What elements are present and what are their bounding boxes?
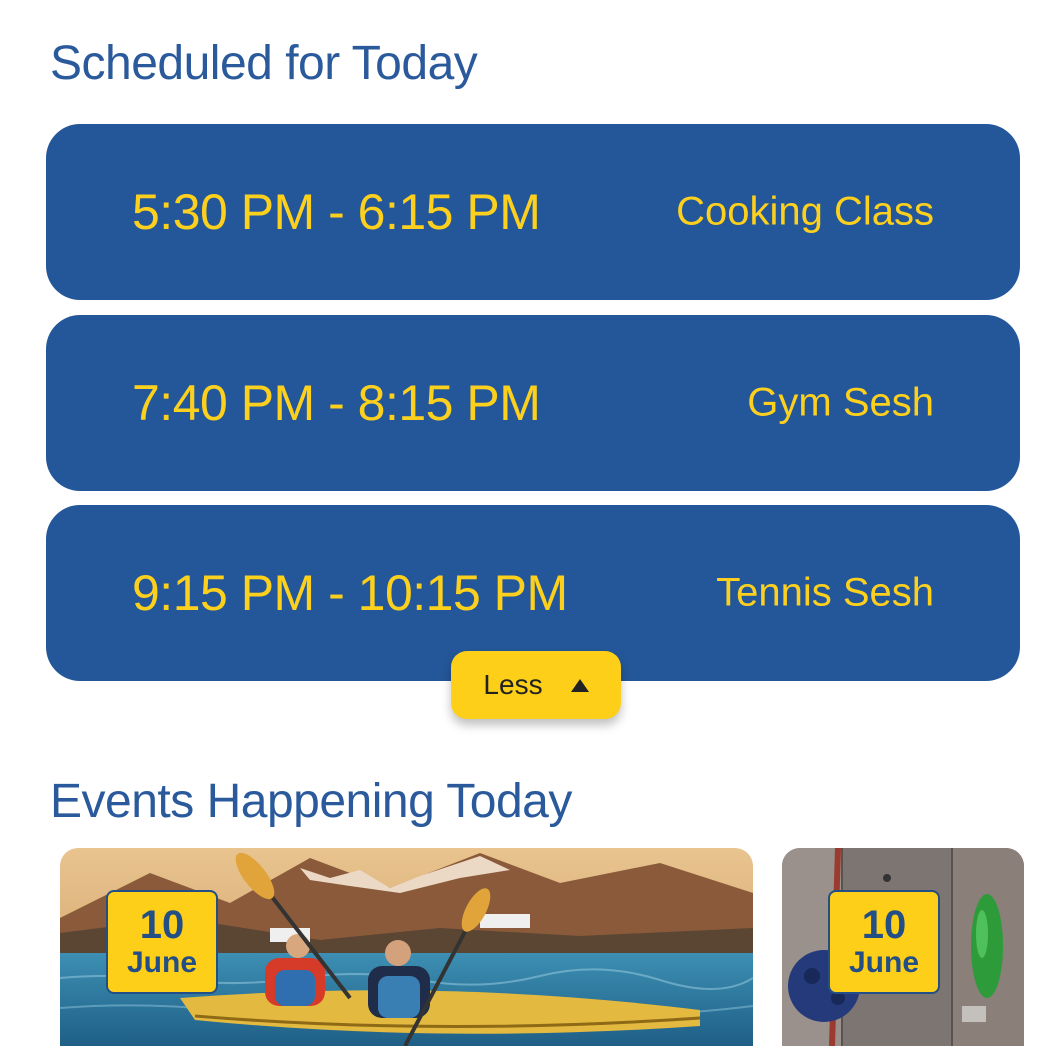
schedule-name: Gym Sesh — [747, 380, 934, 425]
schedule-time: 7:40 PM - 8:15 PM — [132, 375, 541, 431]
event-date-badge: 10 June — [828, 890, 940, 994]
schedule-time: 5:30 PM - 6:15 PM — [132, 184, 541, 240]
schedule-item-cooking-class[interactable]: 5:30 PM - 6:15 PM Cooking Class — [46, 124, 1020, 300]
triangle-up-icon — [570, 678, 589, 692]
event-date-day: 10 — [139, 903, 185, 947]
scheduled-title: Scheduled for Today — [50, 37, 478, 90]
schedule-name: Tennis Sesh — [716, 570, 934, 615]
schedule-time: 9:15 PM - 10:15 PM — [132, 565, 568, 621]
event-date-month: June — [848, 946, 920, 979]
event-date-badge: 10 June — [106, 890, 218, 994]
schedule-item-gym-sesh[interactable]: 7:40 PM - 8:15 PM Gym Sesh — [46, 315, 1020, 491]
event-date-month: June — [126, 946, 198, 979]
less-toggle-label: Less — [483, 669, 543, 700]
event-card-kayaking[interactable]: 10 June — [60, 848, 753, 1046]
less-toggle-button[interactable]: Less — [451, 651, 621, 719]
event-date-day: 10 — [861, 903, 907, 947]
events-title: Events Happening Today — [50, 775, 572, 828]
schedule-name: Cooking Class — [676, 189, 934, 234]
event-card-climbing[interactable]: 10 June — [782, 848, 1024, 1046]
